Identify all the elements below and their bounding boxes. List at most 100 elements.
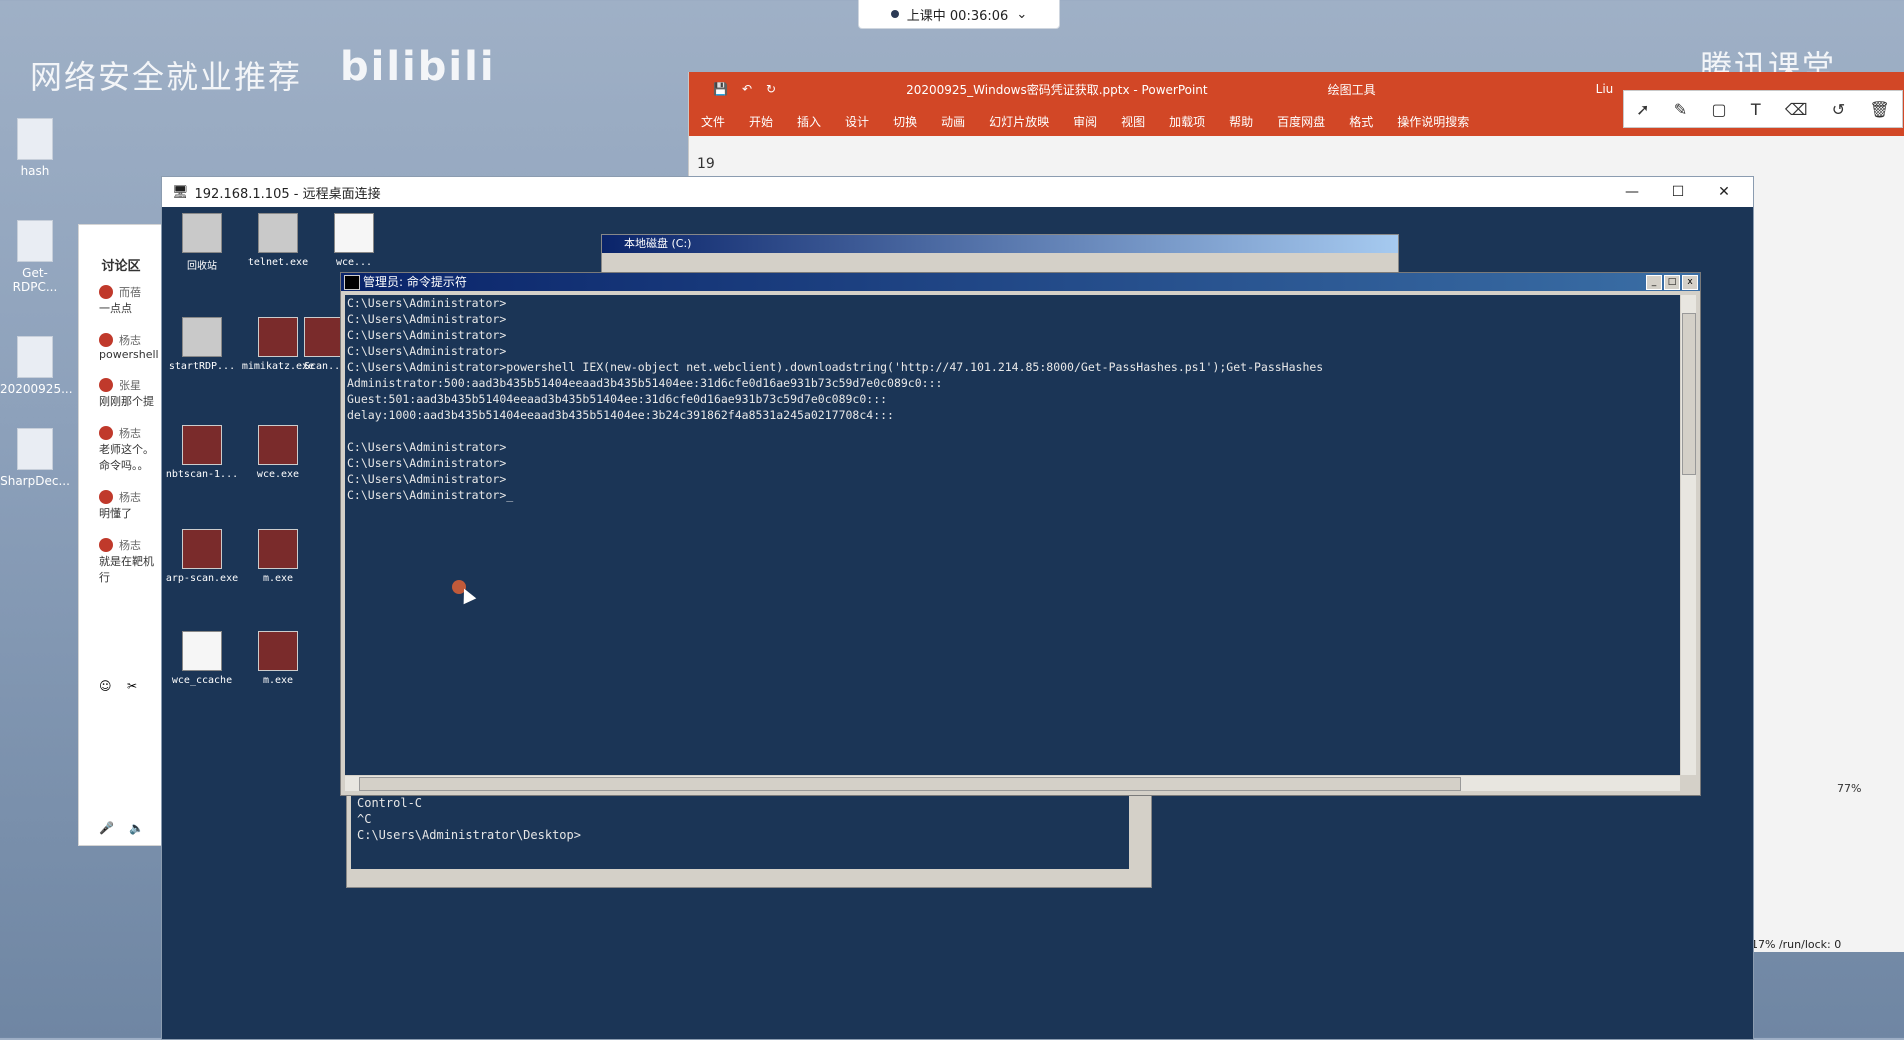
rd-icon-telnet[interactable]: telnet.exe: [240, 213, 316, 268]
rd-icon-label: wce...: [335, 257, 373, 268]
tab-transitions[interactable]: 切换: [893, 113, 917, 130]
rd-icon-label: m.exe: [262, 573, 294, 584]
cmd-line: C:\Users\Administrator>: [347, 296, 507, 310]
undo-icon[interactable]: ↺: [1832, 100, 1845, 119]
discussion-header: 讨论区: [101, 259, 141, 274]
program-icon: [258, 631, 298, 671]
scissors-icon[interactable]: ✂: [127, 679, 137, 693]
program-icon: [182, 317, 222, 357]
cmd-line: C:\Users\Administrator>: [347, 440, 507, 454]
recycle-bin-icon: [182, 213, 222, 253]
program-icon: [182, 529, 222, 569]
tell-me-search[interactable]: 操作说明搜索: [1397, 113, 1469, 130]
rd-icon-wce-ccache[interactable]: wce_ccache: [164, 631, 240, 686]
tab-baidu-netdisk[interactable]: 百度网盘: [1277, 113, 1325, 130]
cmd-line: C:\Users\Administrator>: [347, 312, 507, 326]
chat-message: 杨志 powershell: [79, 332, 163, 361]
maximize-button[interactable]: □: [1664, 275, 1680, 290]
desktop-icon-20200925[interactable]: 20200925...: [0, 336, 73, 396]
rd-icon-label: startRDP...: [168, 361, 236, 372]
tab-home[interactable]: 开始: [749, 113, 773, 130]
cmd-line: ^C: [357, 812, 372, 826]
background-cmd-window[interactable]: Control-C ^C C:\Users\Administrator\Deskto…: [346, 790, 1152, 888]
tab-animations[interactable]: 动画: [941, 113, 965, 130]
cmd-window[interactable]: 管理员: 命令提示符 _ □ x C:\Users\Administrator>…: [340, 272, 1701, 796]
minimize-button[interactable]: _: [1646, 275, 1662, 290]
scroll-thumb[interactable]: [359, 777, 1461, 791]
chat-author: 而蓓: [119, 286, 141, 299]
emoji-icon[interactable]: ☺: [99, 679, 112, 693]
avatar: [99, 426, 113, 440]
chevron-down-icon[interactable]: ⌄: [1016, 7, 1027, 22]
rdp-icon: 🖥: [172, 184, 189, 200]
rectangle-icon[interactable]: ▢: [1711, 100, 1726, 119]
chat-author: 杨志: [119, 539, 141, 552]
tab-insert[interactable]: 插入: [797, 113, 821, 130]
tab-review[interactable]: 审阅: [1073, 113, 1097, 130]
desktop-icon-hash[interactable]: hash: [0, 118, 70, 178]
chat-message: 而蓓 一点点: [79, 284, 163, 316]
horizontal-scrollbar[interactable]: [345, 776, 1680, 791]
rd-icon-nbtscan[interactable]: nbtscan-1...: [164, 425, 240, 480]
rd-icon-label: m.exe: [262, 675, 294, 686]
pointer-icon[interactable]: ➚: [1636, 100, 1649, 119]
tab-design[interactable]: 设计: [845, 113, 869, 130]
rdp-titlebar: 🖥 192.168.1.105 - 远程桌面连接 — ☐ ✕: [162, 177, 1753, 207]
cmd-line: Guest:501:aad3b435b51404eeaad3b435b51404…: [347, 392, 888, 406]
zoom-level[interactable]: 77%: [1837, 782, 1861, 795]
tab-file[interactable]: 文件: [701, 113, 725, 130]
redo-icon[interactable]: ↻: [766, 82, 776, 96]
chat-message: 杨志 老师这个。命令吗。。: [79, 425, 163, 473]
rd-icon-m-exe-2[interactable]: m.exe: [240, 631, 316, 686]
rd-icon-recycle-bin[interactable]: 回收站: [164, 213, 240, 272]
close-button[interactable]: x: [1682, 275, 1698, 290]
pen-icon[interactable]: ✎: [1674, 100, 1687, 119]
rd-icon-label: arp-scan.exe: [165, 573, 239, 584]
tab-help[interactable]: 帮助: [1229, 113, 1253, 130]
vertical-scrollbar[interactable]: [1681, 295, 1696, 775]
cmd-line: C:\Users\Administrator\Desktop>: [357, 828, 581, 842]
rd-icon-label: Scan...: [304, 361, 344, 372]
rd-icon-scan[interactable]: Scan...: [304, 317, 344, 372]
rd-icon-wce-doc[interactable]: wce...: [316, 213, 392, 268]
cmd-line: C:\Users\Administrator>_: [347, 488, 514, 502]
tab-addins[interactable]: 加载项: [1169, 113, 1205, 130]
desktop-icon-sharpdec[interactable]: SharpDec...: [0, 428, 70, 488]
speaker-icon[interactable]: 🔈: [129, 821, 144, 835]
rd-icon-label: nbtscan-1...: [165, 469, 239, 480]
scroll-thumb[interactable]: [1682, 313, 1696, 475]
rd-icon-arp-scan[interactable]: arp-scan.exe: [164, 529, 240, 584]
program-icon: [258, 425, 298, 465]
desktop-icon-get-rdpc[interactable]: Get-RDPC...: [0, 220, 70, 294]
cmd-line: delay:1000:aad3b435b51404eeaad3b435b5140…: [347, 408, 894, 422]
minimize-button[interactable]: —: [1609, 177, 1655, 207]
rd-icon-m-exe[interactable]: m.exe: [240, 529, 316, 584]
tab-view[interactable]: 视图: [1121, 113, 1145, 130]
eraser-icon[interactable]: ⌫: [1785, 100, 1808, 119]
chat-author: 杨志: [119, 334, 141, 347]
rd-icon-label: telnet.exe: [247, 257, 309, 268]
cmd-line: [347, 423, 1680, 439]
text-icon[interactable]: T: [1751, 100, 1761, 119]
file-icon: [17, 428, 53, 470]
maximize-button[interactable]: ☐: [1655, 177, 1701, 207]
rdp-title: 192.168.1.105 - 远程桌面连接: [194, 186, 381, 202]
tab-format[interactable]: 格式: [1349, 113, 1373, 130]
chat-message: 杨志 明懂了: [79, 489, 163, 521]
close-button[interactable]: ✕: [1701, 177, 1747, 207]
cmd-output[interactable]: C:\Users\Administrator> C:\Users\Adminis…: [345, 295, 1680, 775]
rd-icon-wce-exe[interactable]: wce.exe: [240, 425, 316, 480]
save-icon[interactable]: 💾: [713, 82, 728, 96]
cmd-line: C:\Users\Administrator>: [347, 328, 507, 342]
trash-icon[interactable]: 🗑: [1869, 100, 1889, 119]
desktop-icon-label: SharpDec...: [0, 474, 70, 488]
undo-icon[interactable]: ↶: [742, 82, 752, 96]
avatar: [99, 333, 113, 347]
microphone-icon[interactable]: 🎤: [99, 821, 114, 835]
live-status-pill[interactable]: 上课中 00:36:06 ⌄: [858, 0, 1060, 29]
tab-slideshow[interactable]: 幻灯片放映: [989, 113, 1049, 130]
rd-icon-startrdp[interactable]: startRDP...: [164, 317, 240, 372]
avatar: [99, 490, 113, 504]
ppt-user: Liu: [1595, 82, 1614, 96]
chat-author: 杨志: [119, 427, 141, 440]
